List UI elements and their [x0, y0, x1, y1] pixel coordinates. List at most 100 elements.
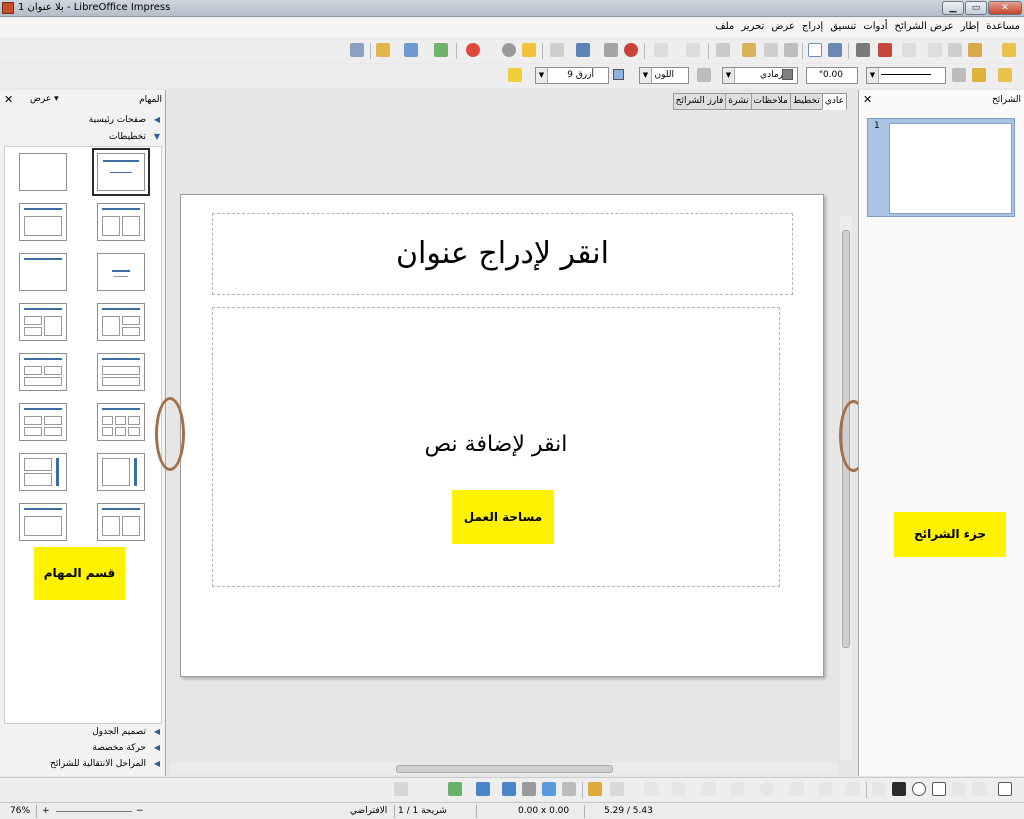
table-icon[interactable] [604, 43, 618, 57]
symbol-shapes-icon[interactable] [760, 782, 774, 796]
section-slide-transition[interactable]: ◀ المراحل الانتقالية للشرائح [0, 756, 164, 772]
horizontal-scroll-thumb[interactable] [396, 765, 613, 773]
slide-layout-icon[interactable] [404, 43, 418, 57]
slide-thumbnail[interactable]: 1 [867, 118, 1015, 217]
glue-points-icon[interactable] [562, 782, 576, 796]
close-slides-icon[interactable]: ✕ [863, 93, 872, 106]
zoom-percent[interactable]: 76% [10, 806, 30, 816]
layout-title-vertical-text[interactable] [19, 503, 67, 541]
dimension-line-icon[interactable] [872, 782, 886, 796]
tab-slide-sorter[interactable]: فارز الشرائح [672, 93, 727, 110]
slide-canvas[interactable]: انقر لإدراج عنوان انقر لإضافة نص مساحة ا… [180, 194, 824, 677]
group-icon[interactable] [522, 782, 536, 796]
callouts-icon[interactable] [672, 782, 686, 796]
spelling-icon[interactable] [828, 43, 842, 57]
copy-icon[interactable] [764, 43, 778, 57]
email-icon[interactable] [928, 43, 942, 57]
layout-title-4content[interactable] [19, 403, 67, 441]
layout-title-content[interactable] [92, 148, 150, 196]
layout-title-2content-content[interactable] [19, 303, 67, 341]
content-placeholder[interactable]: انقر لإضافة نص مساحة العمل [212, 307, 780, 587]
vertical-scrollbar[interactable] [840, 216, 852, 760]
layout-vertical-title-vertical-text[interactable] [97, 453, 145, 491]
arrow-style-icon[interactable] [952, 68, 966, 82]
layout-title-only[interactable] [19, 253, 67, 291]
layout-title-two-content[interactable] [97, 203, 145, 241]
cut-icon[interactable] [784, 43, 798, 57]
impress-app-icon[interactable] [2, 2, 14, 14]
connectors-icon[interactable] [818, 782, 832, 796]
menu-slideshow[interactable]: عرض الشرائح [895, 21, 954, 32]
section-table-design[interactable]: ◀ تصميم الجدول [0, 724, 164, 740]
polygon-icon[interactable] [610, 782, 624, 796]
effects-icon[interactable] [522, 43, 536, 57]
block-arrows-icon[interactable] [730, 782, 744, 796]
shadow-icon[interactable] [508, 68, 522, 82]
zoom-in-icon[interactable]: − [136, 806, 144, 816]
fill-color-combo[interactable]: ▼ أزرق 9 [535, 67, 609, 84]
layout-title-6content[interactable] [97, 403, 145, 441]
menu-window[interactable]: إطار [961, 21, 980, 32]
menu-edit[interactable]: تحرير [741, 21, 764, 32]
zoom-slider[interactable] [56, 811, 132, 812]
export-pdf-icon[interactable] [878, 43, 892, 57]
layout-centered-text[interactable] [97, 253, 145, 291]
display-views-icon[interactable] [376, 43, 390, 57]
undo-icon[interactable] [686, 43, 700, 57]
zoom-out-icon[interactable]: + [42, 806, 50, 816]
line-tool-icon[interactable] [972, 782, 986, 796]
rectangle-icon[interactable] [932, 782, 946, 796]
3d-objects-icon[interactable] [448, 782, 462, 796]
insert-image-icon[interactable] [576, 43, 590, 57]
close-window-button[interactable]: ✕ [988, 1, 1022, 15]
layout-title-content-2content[interactable] [97, 303, 145, 341]
layout-title-text[interactable] [19, 203, 67, 241]
save-icon[interactable] [948, 43, 962, 57]
area-style-icon[interactable] [697, 68, 711, 82]
paste-icon[interactable] [742, 43, 756, 57]
grid-icon[interactable] [550, 43, 564, 57]
redo-icon[interactable] [654, 43, 668, 57]
tab-outline[interactable]: تخطيط [789, 93, 823, 110]
print-icon[interactable] [856, 43, 870, 57]
section-custom-animation[interactable]: ◀ حركة مخصصة [0, 740, 164, 756]
fontwork-icon[interactable] [588, 782, 602, 796]
layout-blank[interactable] [19, 153, 67, 191]
arrange-icon[interactable] [502, 782, 516, 796]
close-tasks-icon[interactable]: ✕ [4, 93, 13, 106]
points-icon[interactable] [542, 782, 556, 796]
section-layouts[interactable]: ▼ تخطيطات [0, 129, 164, 145]
layout-title-vertical-text-clipart[interactable] [97, 503, 145, 541]
navigator-icon[interactable] [434, 43, 448, 57]
section-master-pages[interactable]: ◀ صفحات رئيسية [0, 112, 164, 128]
layout-title-2content-over-content[interactable] [19, 353, 67, 391]
autospellcheck-icon[interactable] [808, 43, 822, 57]
layout-vertical-title-text-chart[interactable] [19, 453, 67, 491]
basic-shapes-icon[interactable] [790, 782, 804, 796]
curve-icon[interactable] [846, 782, 860, 796]
edit-file-icon[interactable] [902, 43, 916, 57]
maximize-button[interactable]: ▭ [965, 1, 987, 15]
line-arrow-icon[interactable] [952, 782, 966, 796]
menu-format[interactable]: تنسيق [830, 21, 856, 32]
open-icon[interactable] [968, 43, 982, 57]
align-icon[interactable] [476, 782, 490, 796]
minimize-button[interactable]: ▁ [942, 1, 964, 15]
menu-view[interactable]: عرض [771, 21, 795, 32]
text-tool-icon[interactable] [892, 782, 906, 796]
tasks-view-menu[interactable]: عرض ▾ [30, 94, 59, 104]
menu-file[interactable]: ملف [715, 21, 734, 32]
flowchart-icon[interactable] [702, 782, 716, 796]
tab-normal[interactable]: عادي [821, 93, 847, 110]
line-icon[interactable] [972, 68, 986, 82]
select-arrow-icon[interactable] [998, 782, 1012, 796]
extrusion-icon[interactable] [394, 782, 408, 796]
line-width-field[interactable]: 0.00" [806, 67, 858, 84]
line-style-combo[interactable]: ▼ [866, 67, 946, 84]
zoom-icon[interactable] [502, 43, 516, 57]
layout-title-content-over-content[interactable] [97, 353, 145, 391]
horizontal-scrollbar[interactable] [171, 763, 837, 775]
ellipse-icon[interactable] [912, 782, 926, 796]
stars-icon[interactable] [644, 782, 658, 796]
menu-insert[interactable]: إدراج [802, 21, 823, 32]
